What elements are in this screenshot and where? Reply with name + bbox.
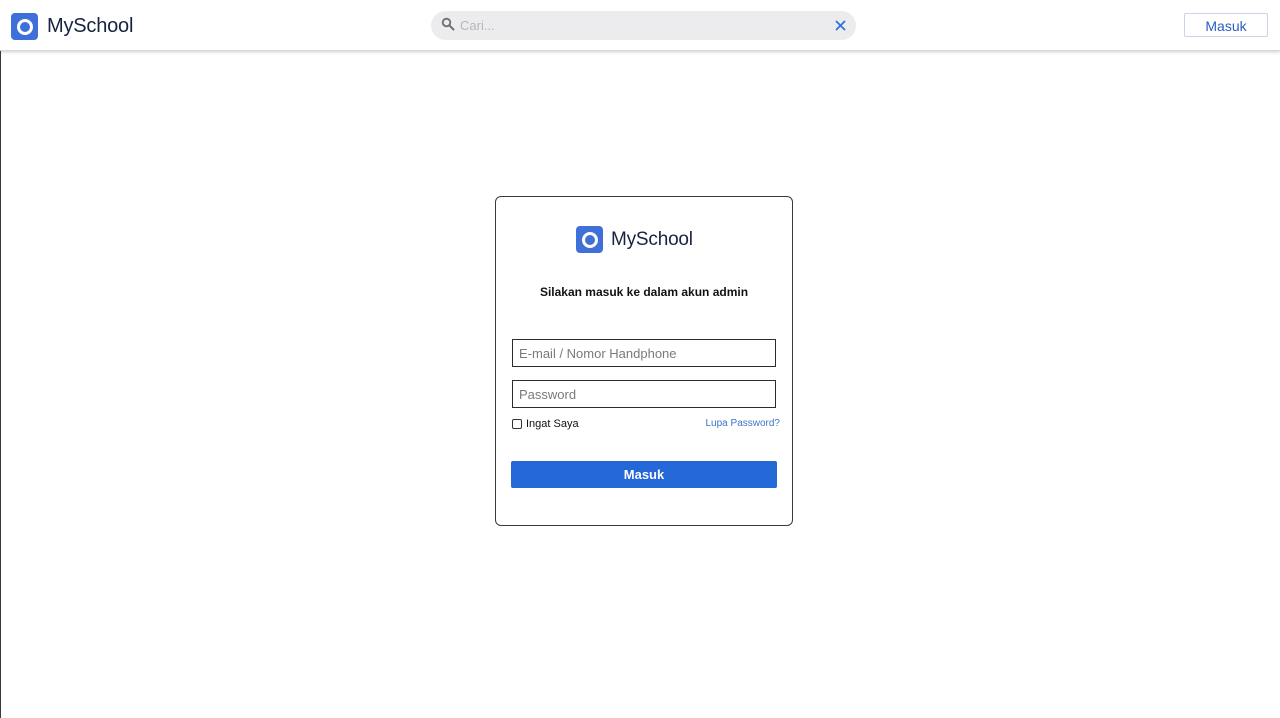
- top-navigation-bar: MySchool Masuk: [0, 0, 1280, 51]
- logo-icon: [11, 13, 38, 40]
- forgot-password-link[interactable]: Lupa Password?: [706, 418, 781, 429]
- remember-me-checkbox[interactable]: [512, 419, 522, 429]
- login-title: Silakan masuk ke dalam akun admin: [539, 285, 749, 299]
- logo-icon: [576, 226, 603, 253]
- remember-me-label: Ingat Saya: [526, 418, 579, 430]
- remember-me[interactable]: Ingat Saya: [512, 418, 579, 430]
- header-brand-name: MySchool: [47, 15, 134, 37]
- card-brand: MySchool: [576, 226, 693, 253]
- header-brand[interactable]: MySchool: [11, 13, 133, 40]
- login-card: MySchool Silakan masuk ke dalam akun adm…: [495, 196, 793, 526]
- close-icon[interactable]: [833, 18, 848, 33]
- card-brand-name: MySchool: [611, 228, 693, 250]
- email-field[interactable]: [512, 339, 776, 367]
- search-icon: [441, 17, 455, 31]
- search-input[interactable]: [460, 11, 820, 40]
- search-bar: [431, 11, 856, 40]
- login-submit-button[interactable]: Masuk: [511, 461, 777, 488]
- header-login-button[interactable]: Masuk: [1184, 13, 1268, 37]
- password-field[interactable]: [512, 380, 776, 408]
